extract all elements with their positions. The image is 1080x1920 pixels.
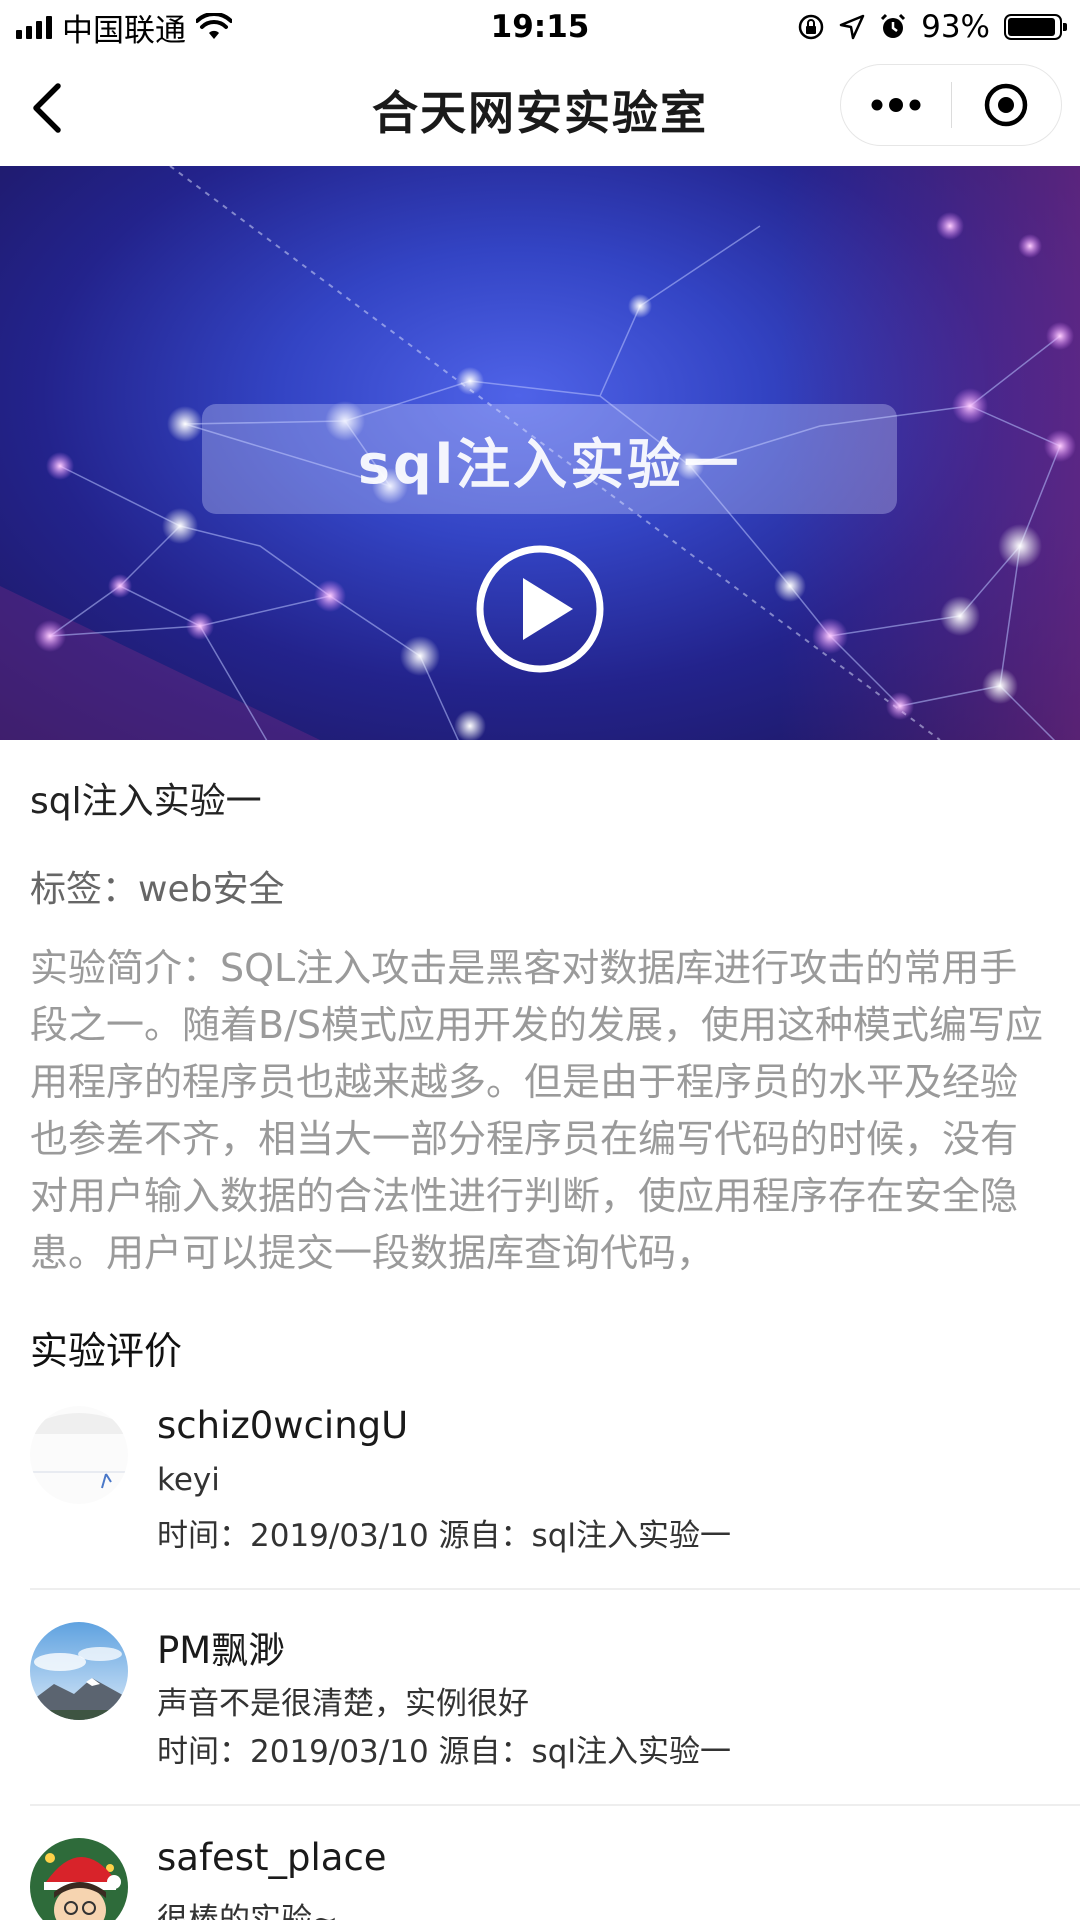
- nav-bar: 合天网安实验室: [0, 54, 1080, 166]
- avatar[interactable]: [30, 1406, 128, 1504]
- review-source-label: 源自：: [438, 1518, 532, 1554]
- close-button[interactable]: [952, 64, 1062, 146]
- alarm-icon: [881, 13, 906, 38]
- review-time: 2019/03/10: [250, 1734, 429, 1770]
- mini-program-capsule: [840, 64, 1062, 146]
- review-source: sql注入实验一: [531, 1518, 731, 1554]
- back-chevron-icon: [33, 83, 61, 133]
- experiment-description: 实验简介：SQL注入攻击是黑客对数据库进行攻击的常用手段之一。随着B/S模式应用…: [30, 946, 1043, 1275]
- avatar[interactable]: [30, 1838, 128, 1920]
- signal-icon: [16, 15, 52, 39]
- reviews-section-title: 实验评价: [30, 1329, 183, 1373]
- avatar[interactable]: [30, 1622, 128, 1720]
- carrier-label: 中国联通: [62, 12, 186, 49]
- page: 中国联通 19:15 93% 合天网安实验室 sql注入实验一 sql注入实验一…: [0, 0, 1080, 1920]
- battery-percent: 93%: [921, 9, 990, 45]
- review-item: safest_place 很棒的实验~: [30, 1836, 1080, 1920]
- status-bar: 中国联通 19:15 93%: [0, 0, 1080, 54]
- more-button[interactable]: [841, 64, 951, 146]
- video-player[interactable]: sql注入实验一: [0, 166, 1080, 740]
- close-target-icon: [985, 83, 1028, 127]
- review-username: schiz0wcingU: [157, 1404, 409, 1447]
- review-comment: 很棒的实验~: [157, 1902, 338, 1920]
- review-meta: 时间：2019/03/10 源自：sql注入实验一: [157, 1726, 731, 1771]
- review-username: safest_place: [157, 1836, 387, 1879]
- play-icon[interactable]: [475, 544, 605, 674]
- page-title: 合天网安实验室: [372, 86, 708, 140]
- video-banner: sql注入实验一: [202, 404, 897, 514]
- review-meta: 时间：2019/03/10 源自：sql注入实验一: [157, 1510, 731, 1555]
- tag-label: 标签：: [30, 869, 139, 910]
- review-comment: 声音不是很清楚，实例很好: [157, 1686, 529, 1722]
- review-source: sql注入实验一: [531, 1734, 731, 1770]
- review-time-label: 时间：: [157, 1518, 250, 1554]
- review-time-label: 时间：: [157, 1734, 250, 1770]
- review-comment: keyi: [157, 1462, 220, 1498]
- location-icon: [839, 14, 865, 40]
- review-divider: [30, 1804, 1080, 1806]
- battery-fill: [1008, 18, 1055, 36]
- battery-icon: [1004, 14, 1067, 40]
- review-source-label: 源自：: [438, 1734, 532, 1770]
- review-item: schiz0wcingU keyi 时间：2019/03/10 源自：sql注入…: [30, 1404, 1080, 1554]
- review-item: PM飘渺 声音不是很清楚，实例很好 时间：2019/03/10 源自：sql注入…: [30, 1620, 1080, 1770]
- back-button[interactable]: [18, 78, 78, 138]
- tag-value: web安全: [138, 869, 285, 910]
- review-username: PM飘渺: [157, 1629, 286, 1672]
- review-divider: [30, 1588, 1080, 1590]
- experiment-title: sql注入实验一: [30, 781, 262, 822]
- review-time: 2019/03/10: [250, 1518, 429, 1554]
- more-dots-icon: [871, 98, 921, 112]
- wifi-icon: [196, 13, 232, 39]
- status-right: 93%: [797, 9, 1080, 45]
- orientation-lock-icon: [798, 14, 824, 40]
- status-left: 中国联通: [0, 5, 232, 50]
- experiment-tag: 标签：web安全: [30, 860, 284, 912]
